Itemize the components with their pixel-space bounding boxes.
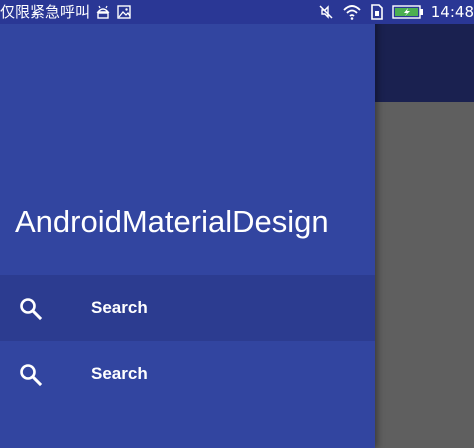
status-bar: 仅限紧急呼叫 14:48 xyxy=(0,0,474,24)
drawer-item-label: Search xyxy=(91,364,148,383)
navigation-drawer: AndroidMaterialDesign Search Search xyxy=(0,0,375,448)
carrier-status-text: 仅限紧急呼叫 xyxy=(0,3,91,21)
clock: 14:48 xyxy=(430,3,474,21)
screen: 仅限紧急呼叫 14:48 AndroidMaterialDesign Searc… xyxy=(0,0,474,448)
wifi-icon xyxy=(343,5,361,20)
drawer-item-label: Search xyxy=(91,298,148,317)
status-right: 14:48 xyxy=(317,2,474,22)
drawer-menu: Search Search xyxy=(0,275,375,407)
mute-icon xyxy=(319,5,333,19)
search-icon xyxy=(20,364,43,387)
image-icon xyxy=(117,5,131,19)
search-icon xyxy=(20,298,43,321)
drawer-title: AndroidMaterialDesign xyxy=(15,204,329,239)
drawer-header: AndroidMaterialDesign xyxy=(0,24,375,275)
drawer-item-search-1[interactable]: Search xyxy=(0,275,375,341)
sim-icon xyxy=(370,4,383,20)
battery-charging-icon xyxy=(392,5,423,19)
android-icon xyxy=(96,5,110,19)
drawer-item-search-2[interactable]: Search xyxy=(0,341,375,407)
status-left: 仅限紧急呼叫 xyxy=(0,2,132,22)
